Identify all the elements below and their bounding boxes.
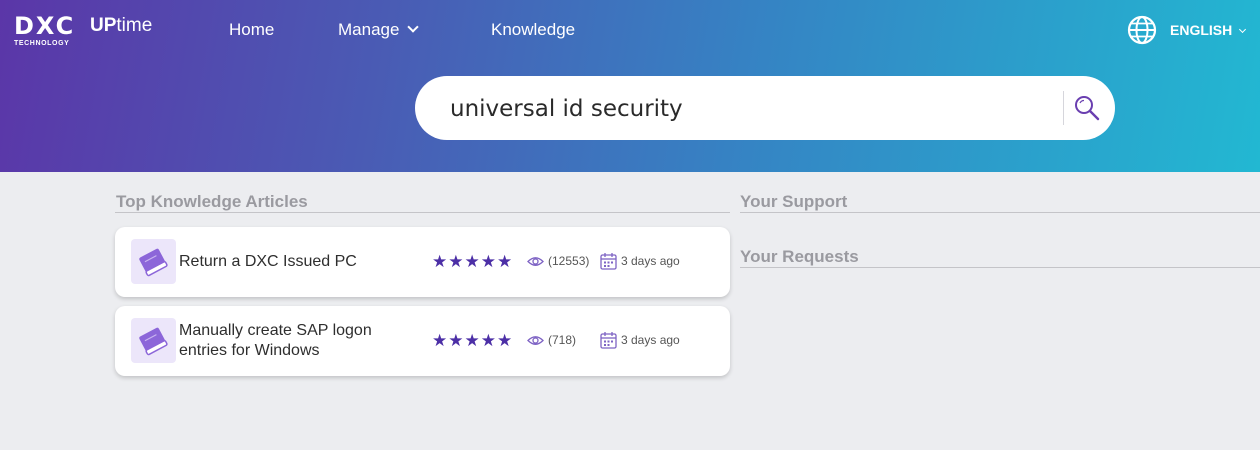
nav-knowledge[interactable]: Knowledge bbox=[491, 20, 575, 40]
search-box[interactable]: universal id security bbox=[415, 76, 1115, 140]
updated-time: 3 days ago bbox=[621, 254, 680, 268]
chevron-down-icon bbox=[407, 21, 420, 33]
nav-manage[interactable]: Manage bbox=[338, 20, 420, 40]
updated-time: 3 days ago bbox=[621, 333, 680, 347]
nav-home[interactable]: Home bbox=[229, 20, 274, 40]
section-title-your-support: Your Support bbox=[740, 192, 848, 211]
rating-stars: ★★★★★ bbox=[432, 252, 514, 271]
eye-icon bbox=[527, 257, 544, 266]
product-name[interactable]: UPtime bbox=[90, 15, 152, 37]
eye-icon bbox=[527, 336, 544, 345]
globe-icon[interactable] bbox=[1127, 15, 1157, 45]
article-title[interactable]: Manually create SAP logon entries for Wi… bbox=[179, 321, 399, 361]
article-card[interactable]: Return a DXC Issued PC ★★★★★ (12553) 3 d… bbox=[115, 227, 730, 297]
calendar-icon bbox=[600, 332, 617, 349]
rating-stars: ★★★★★ bbox=[432, 331, 514, 350]
logo-subtext: TECHNOLOGY bbox=[14, 40, 70, 47]
search-icon[interactable] bbox=[1071, 92, 1103, 124]
section-title-top-articles: Top Knowledge Articles bbox=[116, 192, 308, 211]
section-divider bbox=[740, 212, 1260, 213]
header-banner: DXC TECHNOLOGY UPtime Home Manage Knowle… bbox=[0, 0, 1260, 172]
calendar-icon bbox=[600, 253, 617, 270]
language-selector[interactable]: ENGLISH bbox=[1170, 22, 1247, 38]
article-title[interactable]: Return a DXC Issued PC bbox=[179, 252, 399, 272]
article-icon-tile bbox=[131, 318, 176, 363]
book-icon bbox=[139, 248, 168, 277]
section-divider bbox=[115, 212, 730, 213]
article-card[interactable]: Manually create SAP logon entries for Wi… bbox=[115, 306, 730, 376]
product-prefix: UP bbox=[90, 15, 117, 36]
search-divider bbox=[1063, 91, 1064, 125]
view-count: (718) bbox=[548, 333, 577, 347]
search-input[interactable]: universal id security bbox=[450, 96, 683, 122]
language-label: ENGLISH bbox=[1170, 22, 1233, 38]
section-title-your-requests: Your Requests bbox=[740, 247, 859, 266]
nav-manage-label: Manage bbox=[338, 20, 400, 39]
dxc-logo[interactable]: DXC TECHNOLOGY bbox=[14, 14, 84, 50]
article-icon-tile bbox=[131, 239, 176, 284]
product-suffix: time bbox=[116, 15, 153, 36]
book-icon bbox=[139, 327, 168, 356]
chevron-down-icon bbox=[1239, 25, 1247, 34]
section-divider bbox=[740, 267, 1260, 268]
logo-text: DXC bbox=[14, 12, 76, 40]
view-count: (12553) bbox=[548, 254, 590, 268]
